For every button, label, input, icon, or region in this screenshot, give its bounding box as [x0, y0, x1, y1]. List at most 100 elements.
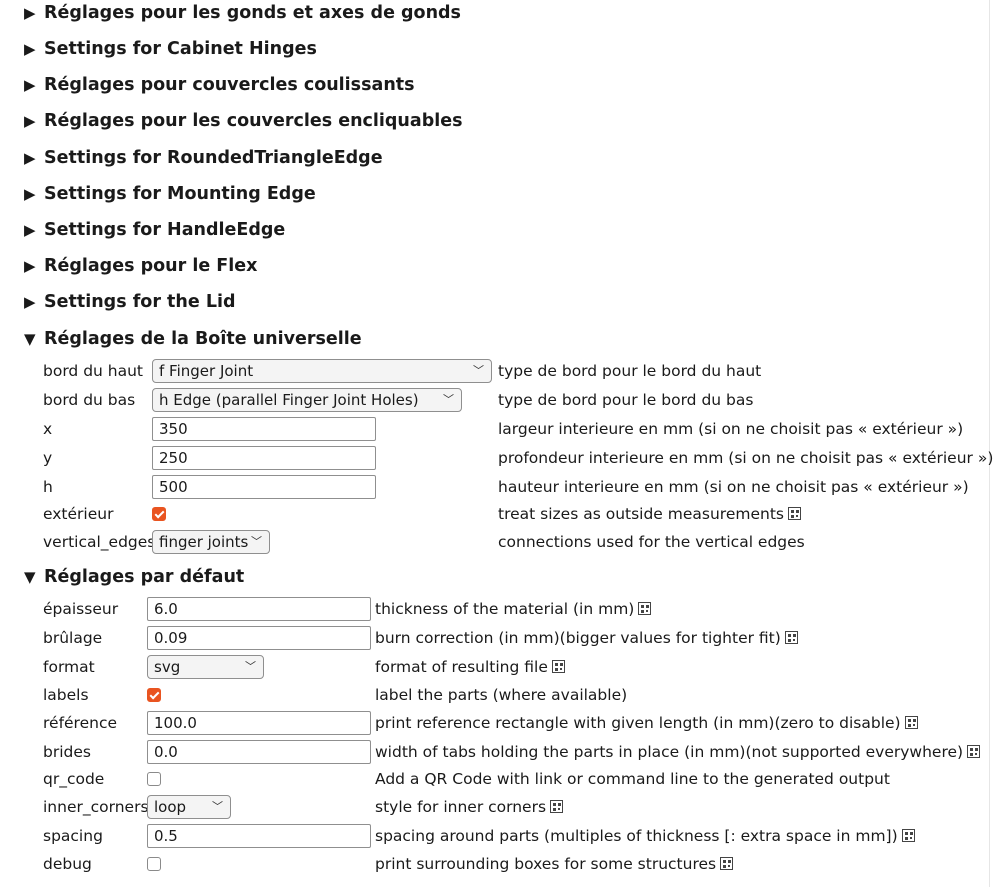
section-title: Settings for Cabinet Hinges — [44, 39, 317, 59]
setting-description: print surrounding boxes for some structu… — [375, 851, 734, 877]
setting-label: inner_corners — [43, 798, 149, 816]
setting-label: bord du haut — [43, 362, 144, 380]
h-input[interactable] — [152, 475, 376, 499]
bord-du-bas-select[interactable]: h Edge (parallel Finger Joint Holes) ﹀ — [152, 388, 462, 412]
chevron-down-icon: ﹀ — [245, 660, 256, 673]
setting-description: spacing around parts (multiples of thick… — [375, 823, 915, 849]
section-click-lids[interactable]: ▶ Réglages pour les couvercles encliquabl… — [24, 107, 463, 135]
description-text: thickness of the material (in mm) — [375, 600, 635, 618]
setting-description: label the parts (where available) — [375, 686, 628, 704]
section-title: Réglages pour les gonds et axes de gonds — [44, 3, 461, 23]
setting-row-exterieur: extérieur treat sizes as outside measure… — [0, 501, 994, 527]
description-text: treat sizes as outside measurements — [498, 505, 784, 523]
setting-description: burn correction (in mm)(bigger values fo… — [375, 625, 798, 651]
section-title: Réglages pour le Flex — [44, 256, 258, 276]
setting-row-x: x largeur interieure en mm (si on ne cho… — [0, 416, 994, 442]
collapse-arrow-icon: ▼ — [24, 568, 36, 586]
qr-glyph-icon — [784, 631, 798, 644]
setting-label: extérieur — [43, 505, 114, 523]
setting-description: style for inner corners — [375, 794, 564, 820]
inner-corners-select[interactable]: loop ﹀ — [147, 795, 231, 819]
setting-label: brûlage — [43, 629, 103, 647]
setting-description: Add a QR Code with link or command line … — [375, 770, 890, 788]
labels-checkbox[interactable] — [147, 688, 161, 702]
setting-label: épaisseur — [43, 600, 119, 618]
brulage-input[interactable] — [147, 626, 371, 650]
section-hinges[interactable]: ▶ Réglages pour les gonds et axes de gond… — [24, 0, 461, 27]
format-select[interactable]: svg ﹀ — [147, 655, 264, 679]
setting-description: width of tabs holding the parts in place… — [375, 739, 981, 765]
setting-description: type de bord pour le bord du haut — [498, 362, 762, 380]
setting-label: format — [43, 658, 95, 676]
qr-glyph-icon — [788, 507, 801, 520]
select-value: svg — [154, 658, 181, 676]
section-lid[interactable]: ▶ Settings for the Lid — [24, 288, 236, 316]
section-flex[interactable]: ▶ Réglages pour le Flex — [24, 252, 257, 280]
section-title: Settings for Mounting Edge — [44, 184, 316, 204]
section-handle-edge[interactable]: ▶ Settings for HandleEdge — [24, 216, 285, 244]
expand-arrow-icon: ▶ — [24, 185, 36, 203]
expand-arrow-icon: ▶ — [24, 112, 36, 130]
setting-description: profondeur interieure en mm (si on ne ch… — [498, 449, 994, 467]
description-text: burn correction (in mm)(bigger values fo… — [375, 629, 781, 647]
setting-row-qr-code: qr_code Add a QR Code with link or comma… — [0, 766, 994, 792]
section-title: Réglages par défaut — [44, 567, 245, 587]
section-sliding-lids[interactable]: ▶ Réglages pour couvercles coulissants — [24, 71, 415, 99]
chevron-down-icon: ﹀ — [251, 535, 262, 548]
section-rounded-triangle-edge[interactable]: ▶ Settings for RoundedTriangleEdge — [24, 144, 383, 172]
qr-code-checkbox[interactable] — [147, 772, 161, 786]
select-value: f Finger Joint — [159, 362, 254, 380]
expand-arrow-icon: ▶ — [24, 4, 36, 22]
bord-du-haut-select[interactable]: f Finger Joint ﹀ — [152, 359, 492, 383]
collapse-arrow-icon: ▼ — [24, 330, 36, 348]
select-value: loop — [154, 798, 187, 816]
setting-description: type de bord pour le bord du bas — [498, 391, 754, 409]
y-input[interactable] — [152, 446, 376, 470]
section-mounting-edge[interactable]: ▶ Settings for Mounting Edge — [24, 180, 316, 208]
expand-arrow-icon: ▶ — [24, 40, 36, 58]
qr-glyph-icon — [720, 857, 734, 870]
brides-input[interactable] — [147, 740, 371, 764]
chevron-down-icon: ﹀ — [443, 393, 454, 406]
expand-arrow-icon: ▶ — [24, 257, 36, 275]
section-universal-box[interactable]: ▼ Réglages de la Boîte universelle — [24, 325, 362, 353]
section-cabinet-hinges[interactable]: ▶ Settings for Cabinet Hinges — [24, 35, 317, 63]
description-text: print surrounding boxes for some structu… — [375, 855, 717, 873]
expand-arrow-icon: ▶ — [24, 149, 36, 167]
chevron-down-icon: ﹀ — [212, 800, 223, 813]
setting-description: format of resulting file — [375, 654, 565, 680]
setting-row-y: y profondeur interieure en mm (si on ne … — [0, 445, 994, 471]
expand-arrow-icon: ▶ — [24, 76, 36, 94]
expand-arrow-icon: ▶ — [24, 293, 36, 311]
setting-label: référence — [43, 714, 118, 732]
setting-description: treat sizes as outside measurements — [498, 501, 801, 527]
x-input[interactable] — [152, 417, 376, 441]
description-text: style for inner corners — [375, 798, 547, 816]
setting-label: bord du bas — [43, 391, 136, 409]
section-title: Réglages pour couvercles coulissants — [44, 75, 415, 95]
setting-label: debug — [43, 855, 92, 873]
exterieur-checkbox[interactable] — [152, 507, 166, 521]
section-title: Réglages pour les couvercles encliquable… — [44, 111, 463, 131]
setting-description: print reference rectangle with given len… — [375, 710, 918, 736]
qr-glyph-icon — [901, 829, 915, 842]
setting-label: qr_code — [43, 770, 105, 788]
setting-label: vertical_edges — [43, 533, 156, 551]
reference-input[interactable] — [147, 711, 371, 735]
setting-label: y — [43, 449, 53, 467]
description-text: width of tabs holding the parts in place… — [375, 743, 964, 761]
setting-description: connections used for the vertical edges — [498, 533, 805, 551]
debug-checkbox[interactable] — [147, 857, 161, 871]
section-title: Settings for HandleEdge — [44, 220, 286, 240]
setting-row-h: h hauteur interieure en mm (si on ne cho… — [0, 474, 994, 500]
setting-label: x — [43, 420, 53, 438]
section-title: Settings for RoundedTriangleEdge — [44, 148, 383, 168]
section-title: Réglages de la Boîte universelle — [44, 329, 362, 349]
vertical-edges-select[interactable]: finger joints ﹀ — [152, 530, 270, 554]
select-value: h Edge (parallel Finger Joint Holes) — [159, 391, 419, 409]
qr-glyph-icon — [967, 745, 981, 758]
section-defaults[interactable]: ▼ Réglages par défaut — [24, 563, 244, 591]
spacing-input[interactable] — [147, 824, 371, 848]
description-text: print reference rectangle with given len… — [375, 714, 901, 732]
epaisseur-input[interactable] — [147, 597, 371, 621]
